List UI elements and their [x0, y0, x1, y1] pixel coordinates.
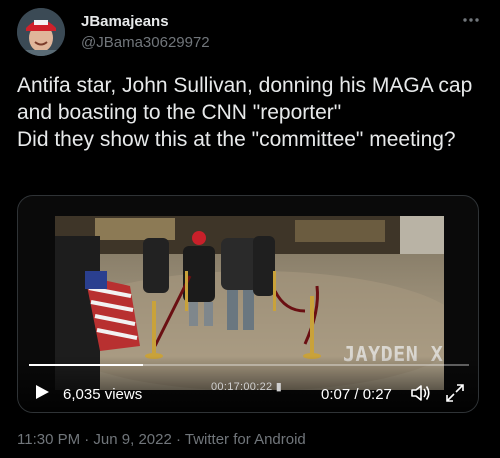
- user-avatar-photo-icon: [17, 8, 65, 56]
- user-handle[interactable]: @JBama30629972: [81, 34, 210, 51]
- timecode-marker-icon: ▮: [275, 381, 283, 393]
- timecode-value: 00:17:00:22: [211, 381, 273, 393]
- display-name[interactable]: JBamajeans: [81, 13, 169, 30]
- video-progress-bar[interactable]: [29, 364, 469, 366]
- tweet: JBamajeans @JBama30629972 Antifa star, J…: [0, 0, 500, 458]
- avatar[interactable]: [17, 8, 65, 56]
- tweet-text: Antifa star, John Sullivan, donning his …: [17, 74, 473, 151]
- fullscreen-button[interactable]: [445, 383, 465, 403]
- video-player[interactable]: JAYDEN X 6,035 views 00:17:00:22 ▮ 0:07 …: [17, 195, 479, 413]
- more-dots-icon: [463, 18, 479, 22]
- more-options-button[interactable]: [459, 10, 483, 30]
- video-progress-fill: [29, 364, 144, 366]
- volume-icon: [411, 385, 430, 401]
- video-time: 0:07 / 0:27: [321, 386, 392, 403]
- tweet-header: JBamajeans @JBama30629972: [17, 8, 487, 56]
- play-icon: [36, 385, 49, 399]
- tweet-timestamp[interactable]: 11:30 PM · Jun 9, 2022 · Twitter for And…: [17, 431, 306, 448]
- video-timecode: 00:17:00:22 ▮: [211, 380, 282, 393]
- view-count: 6,035 views: [63, 386, 143, 403]
- play-button[interactable]: [34, 384, 50, 400]
- expand-icon: [446, 384, 464, 402]
- volume-button[interactable]: [410, 383, 432, 403]
